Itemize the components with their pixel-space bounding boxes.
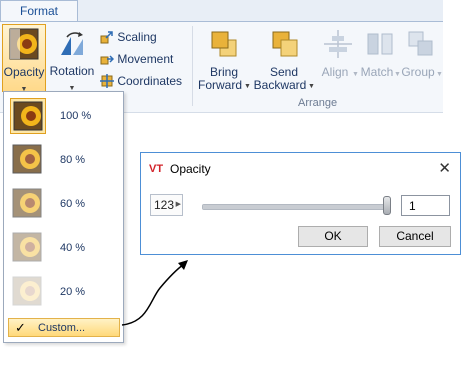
- opacity-thumb: [10, 230, 46, 266]
- send-backward-icon: [272, 31, 298, 57]
- opacity-item-label: 60 %: [60, 198, 86, 210]
- opacity-dialog: VT Opacity ✕ 123 ▶ 1 OK Cancel: [140, 152, 461, 255]
- sunflower-icon: [12, 188, 42, 218]
- opacity-item-60[interactable]: 60 %: [8, 184, 118, 224]
- sunflower-icon: [12, 144, 42, 174]
- align-icon: [324, 30, 352, 58]
- chevron-down-icon: ▼: [308, 83, 315, 90]
- match-button[interactable]: Match ▼: [360, 26, 401, 92]
- bring-forward-button[interactable]: Bring Forward ▼: [196, 26, 252, 92]
- movement-button[interactable]: Movement: [100, 52, 173, 66]
- coordinates-label: Coordinates: [117, 74, 183, 88]
- app-logo-text: VT: [149, 163, 163, 175]
- opacity-item-80[interactable]: 80 %: [8, 140, 118, 180]
- send-backward-button[interactable]: Send Backward ▼: [254, 26, 316, 92]
- number-format-toggle[interactable]: 123 ▶: [150, 194, 183, 216]
- opacity-item-label: 100 %: [60, 110, 92, 122]
- coordinates-button[interactable]: Coordinates: [100, 74, 182, 88]
- arrange-group-label: Arrange: [298, 97, 338, 109]
- opacity-dropdown: 100 % 80 % 60 % 40 % 20 % ✓ Custom...: [3, 91, 124, 343]
- app-logo-icon: VT: [149, 163, 163, 175]
- checkmark-icon: ✓: [15, 320, 26, 335]
- opacity-slider-thumb[interactable]: [383, 196, 391, 215]
- chevron-down-icon: ▼: [352, 71, 359, 78]
- opacity-value-input[interactable]: 1: [401, 195, 450, 216]
- sunflower-icon: [13, 101, 43, 131]
- scaling-icon: [100, 31, 113, 44]
- rotation-label: Rotation: [49, 64, 95, 78]
- chevron-down-icon: ▼: [244, 83, 251, 90]
- scaling-button[interactable]: Scaling: [100, 30, 157, 44]
- opacity-item-label: 80 %: [60, 154, 86, 166]
- custom-opacity-item[interactable]: ✓ Custom...: [8, 318, 120, 337]
- ok-button[interactable]: OK: [298, 226, 368, 247]
- sunflower-icon: [12, 232, 42, 262]
- match-label: Match: [360, 65, 394, 79]
- movement-label: Movement: [117, 52, 174, 66]
- tab-format[interactable]: Format: [0, 0, 78, 21]
- ribbon-separator: [192, 26, 193, 106]
- ribbon-tabstrip: Format: [0, 0, 443, 22]
- close-icon[interactable]: ✕: [438, 159, 451, 177]
- dialog-title: Opacity: [170, 162, 211, 176]
- opacity-button[interactable]: Opacity ▼: [2, 24, 46, 93]
- match-icon: [367, 33, 393, 55]
- align-button[interactable]: Align ▼: [318, 26, 359, 92]
- sunflower-icon: [12, 276, 42, 306]
- opacity-icon: [9, 28, 39, 60]
- group-label: Group: [401, 65, 435, 79]
- opacity-label: Opacity: [3, 65, 45, 79]
- opacity-thumb: [10, 98, 46, 134]
- send-backward-label-line2: Backward: [253, 78, 307, 92]
- group-icon: [408, 31, 433, 56]
- chevron-down-icon: ▼: [436, 71, 443, 78]
- opacity-item-20[interactable]: 20 %: [8, 272, 118, 312]
- opacity-thumb: [10, 274, 46, 310]
- opacity-item-label: 40 %: [60, 242, 86, 254]
- opacity-thumb: [10, 186, 46, 222]
- custom-label: Custom...: [38, 322, 86, 334]
- bring-forward-label-line2: Forward: [197, 78, 242, 92]
- scaling-label: Scaling: [117, 30, 157, 44]
- cancel-button[interactable]: Cancel: [379, 226, 451, 247]
- movement-icon: [100, 55, 115, 65]
- coordinates-icon: [100, 74, 114, 88]
- opacity-item-label: 20 %: [60, 286, 86, 298]
- opacity-item-40[interactable]: 40 %: [8, 228, 118, 268]
- opacity-item-100[interactable]: 100 %: [8, 96, 118, 136]
- opacity-slider-track[interactable]: [202, 204, 391, 210]
- group-button[interactable]: Group ▼: [400, 26, 443, 92]
- rotation-icon: [61, 32, 83, 55]
- chevron-right-icon: ▶: [175, 201, 181, 208]
- rotation-button[interactable]: Rotation ▼: [48, 24, 96, 92]
- number-format-label: 123: [154, 198, 175, 212]
- align-label: Align: [321, 65, 349, 79]
- bring-forward-icon: [211, 31, 237, 57]
- opacity-thumb: [10, 142, 46, 178]
- opacity-slider-fill: [203, 205, 390, 209]
